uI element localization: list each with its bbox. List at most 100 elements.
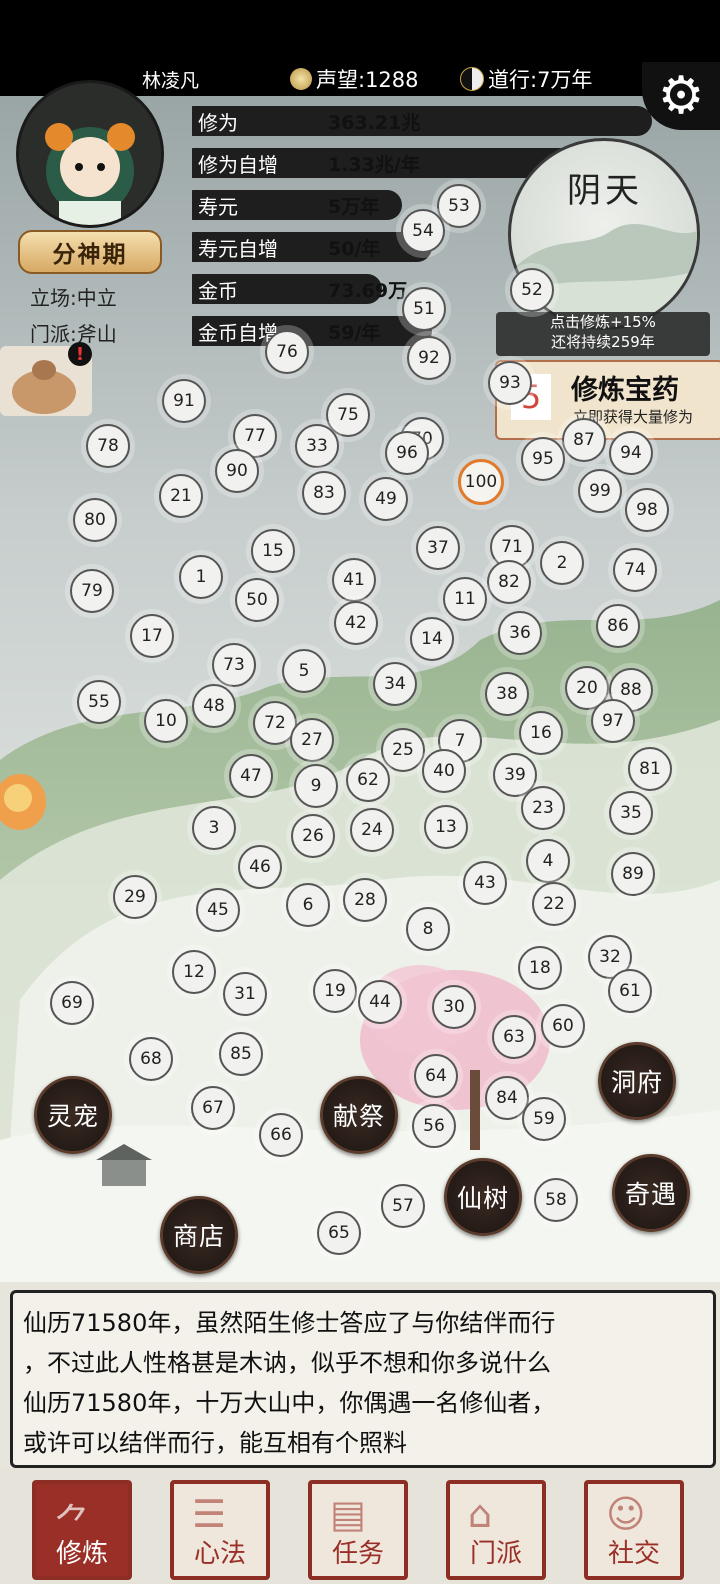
bag-icon[interactable]: !	[0, 340, 92, 422]
cultivation-node[interactable]: 10	[138, 693, 194, 749]
cultivation-node[interactable]: 66	[253, 1107, 309, 1163]
cultivation-node[interactable]: 67	[185, 1080, 241, 1136]
cultivation-node[interactable]: 13	[418, 799, 474, 855]
cultivation-node[interactable]: 85	[213, 1026, 269, 1082]
cultivation-node[interactable]: 42	[328, 595, 384, 651]
cultivation-node[interactable]: 22	[526, 876, 582, 932]
cultivation-node[interactable]: 11	[437, 571, 493, 627]
cultivation-node[interactable]: 92	[401, 330, 457, 386]
cultivation-node[interactable]: 19	[307, 963, 363, 1019]
cultivation-node[interactable]: 49	[358, 471, 414, 527]
cultivation-node[interactable]: 63	[486, 1009, 542, 1065]
cultivation-node[interactable]: 17	[124, 608, 180, 664]
nav-sect[interactable]: ⌂ 门派	[446, 1480, 546, 1580]
player-avatar[interactable]	[16, 80, 164, 228]
cultivation-node[interactable]: 46	[232, 839, 288, 895]
cultivation-node[interactable]: 61	[602, 963, 658, 1019]
encounter-button[interactable]: 奇遇	[612, 1154, 690, 1232]
cultivation-node[interactable]: 68	[123, 1031, 179, 1087]
immortal-tree-button[interactable]: 仙树	[444, 1158, 522, 1236]
cultivation-node[interactable]: 98	[619, 482, 675, 538]
cultivation-node[interactable]: 94	[603, 425, 659, 481]
cultivation-node[interactable]: 21	[153, 468, 209, 524]
cultivation-node[interactable]: 33	[289, 418, 345, 474]
cave-button[interactable]: 洞府	[598, 1042, 676, 1120]
cultivation-node[interactable]: 15	[245, 523, 301, 579]
nav-methods[interactable]: ☰ 心法	[170, 1480, 270, 1580]
cultivation-node[interactable]: 52	[504, 262, 560, 318]
cultivation-node[interactable]: 24	[344, 802, 400, 858]
shop-button[interactable]: 商店	[160, 1196, 238, 1274]
cultivation-node[interactable]: 83	[296, 465, 352, 521]
cultivation-node[interactable]: 57	[375, 1178, 431, 1234]
cultivation-node[interactable]: 74	[607, 542, 663, 598]
cultivation-node[interactable]: 90	[209, 443, 265, 499]
cultivation-node[interactable]: 73	[206, 637, 262, 693]
cultivation-node[interactable]: 4	[520, 833, 576, 889]
cultivation-node[interactable]: 38	[479, 666, 535, 722]
cultivation-node[interactable]: 58	[528, 1172, 584, 1228]
cultivation-node[interactable]: 55	[71, 674, 127, 730]
cultivation-node[interactable]: 50	[229, 572, 285, 628]
cultivation-node[interactable]: 48	[186, 678, 242, 734]
cultivation-node[interactable]: 29	[107, 869, 163, 925]
cultivation-node[interactable]: 41	[326, 552, 382, 608]
cultivation-node[interactable]: 8	[400, 901, 456, 957]
nav-social[interactable]: ☺ 社交	[584, 1480, 684, 1580]
cultivation-node[interactable]: 2	[534, 535, 590, 591]
cultivation-node[interactable]: 60	[535, 998, 591, 1054]
cultivation-node[interactable]: 64	[408, 1048, 464, 1104]
cultivation-node[interactable]: 93	[482, 355, 538, 411]
cultivation-node[interactable]: 40	[416, 743, 472, 799]
cultivation-node[interactable]: 44	[352, 974, 408, 1030]
cultivation-node[interactable]: 25	[375, 722, 431, 778]
cultivation-node[interactable]: 69	[44, 975, 100, 1031]
cultivation-node[interactable]: 28	[337, 872, 393, 928]
nav-cultivate[interactable]: ⺈修炼	[32, 1480, 132, 1580]
cultivation-node[interactable]: 18	[512, 940, 568, 996]
cultivation-node[interactable]: 9	[288, 758, 344, 814]
cultivation-node[interactable]: 3	[186, 800, 242, 856]
cultivation-node[interactable]: 5	[276, 643, 332, 699]
cultivation-node[interactable]: 14	[404, 611, 460, 667]
cultivation-node[interactable]: 30	[426, 979, 482, 1035]
cultivation-node[interactable]: 45	[190, 882, 246, 938]
cultivation-node[interactable]: 47	[223, 748, 279, 804]
cultivation-node[interactable]: 82	[481, 554, 537, 610]
cultivation-node[interactable]: 54	[395, 203, 451, 259]
nav-tasks[interactable]: ▤ 任务	[308, 1480, 408, 1580]
cultivation-node[interactable]: 36	[492, 605, 548, 661]
cultivation-node[interactable]: 43	[457, 855, 513, 911]
cultivation-node[interactable]: 59	[516, 1091, 572, 1147]
cultivation-node[interactable]: 99	[572, 463, 628, 519]
cultivation-node[interactable]: 76	[259, 324, 315, 380]
cultivation-node[interactable]: 86	[590, 598, 646, 654]
cultivation-node[interactable]: 79	[64, 563, 120, 619]
treasure-icon[interactable]	[0, 768, 48, 832]
cultivation-node[interactable]: 31	[217, 966, 273, 1022]
cultivation-node[interactable]: 26	[285, 808, 341, 864]
cultivation-node[interactable]: 6	[280, 877, 336, 933]
cultivation-node[interactable]: 16	[513, 705, 569, 761]
cultivation-node[interactable]: 97	[585, 693, 641, 749]
cultivation-node[interactable]: 23	[515, 780, 571, 836]
cultivation-node[interactable]: 78	[80, 418, 136, 474]
cultivation-node[interactable]: 27	[284, 712, 340, 768]
cultivation-node[interactable]: 51	[396, 281, 452, 337]
cultivation-node[interactable]: 91	[156, 373, 212, 429]
cultivation-node[interactable]: 87	[556, 412, 612, 468]
cultivation-node[interactable]: 34	[367, 656, 423, 712]
sacrifice-button[interactable]: 献祭	[320, 1076, 398, 1154]
cultivation-node[interactable]: 65	[311, 1205, 367, 1261]
cultivation-node[interactable]: 95	[515, 431, 571, 487]
cultivation-node[interactable]: 35	[603, 785, 659, 841]
cultivation-node[interactable]: 100	[453, 454, 509, 510]
cultivation-node[interactable]: 96	[379, 425, 435, 481]
cultivation-node[interactable]: 56	[406, 1098, 462, 1154]
cultivation-node[interactable]: 89	[605, 846, 661, 902]
cultivation-node[interactable]: 37	[410, 520, 466, 576]
pet-button[interactable]: 灵宠	[34, 1076, 112, 1154]
cultivation-node[interactable]: 12	[166, 944, 222, 1000]
cultivation-node[interactable]: 81	[622, 741, 678, 797]
cultivation-node[interactable]: 80	[67, 492, 123, 548]
